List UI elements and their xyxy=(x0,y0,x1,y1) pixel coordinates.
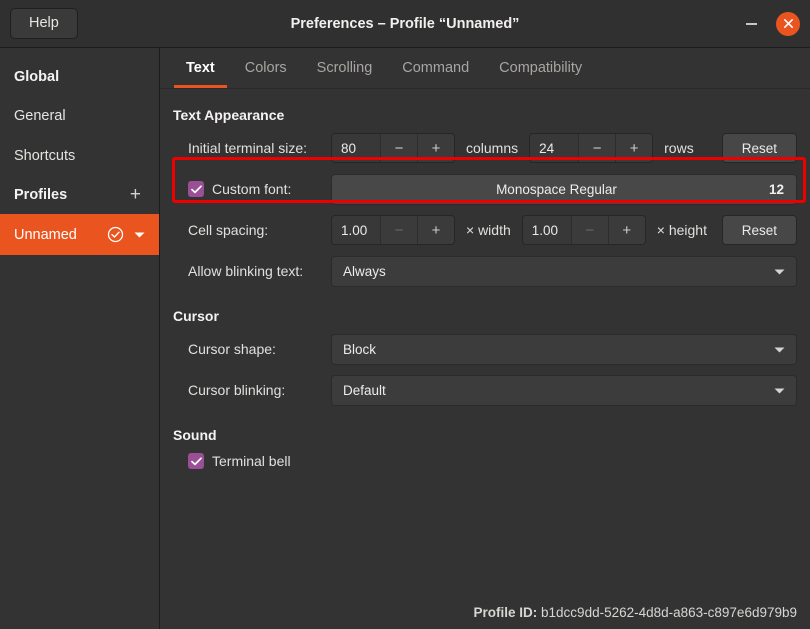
cell-width-value[interactable]: 1.00 xyxy=(332,216,380,244)
cursor-shape-select[interactable]: Block xyxy=(331,334,797,365)
profile-id-value: b1dcc9dd-5262-4d8d-a863-c897e6d979b9 xyxy=(541,605,797,620)
sidebar-item-shortcuts[interactable]: Shortcuts xyxy=(0,136,159,176)
sidebar-item-profile-unnamed[interactable]: Unnamed xyxy=(0,214,159,255)
sidebar-item-shortcuts-label: Shortcuts xyxy=(14,148,75,164)
columns-value[interactable]: 80 xyxy=(332,134,380,162)
text-tab-content: Text Appearance Initial terminal size: 8… xyxy=(160,89,810,629)
allow-blinking-text-row: Allow blinking text: Always xyxy=(173,256,797,286)
check-circle-icon xyxy=(107,226,124,243)
minimize-icon[interactable] xyxy=(740,13,762,35)
font-chooser-button[interactable]: Monospace Regular 12 xyxy=(331,174,797,205)
sidebar-item-general[interactable]: General xyxy=(0,96,159,136)
sidebar-header-global-label: Global xyxy=(14,69,59,85)
columns-unit-label: columns xyxy=(455,140,529,156)
cell-spacing-row: Cell spacing: 1.00 − + × width 1.00 − + … xyxy=(173,215,797,245)
cell-spacing-label: Cell spacing: xyxy=(173,222,331,238)
rows-minus-icon[interactable]: − xyxy=(578,134,615,162)
tab-scrolling[interactable]: Scrolling xyxy=(305,52,385,88)
help-button[interactable]: Help xyxy=(10,8,78,40)
window-controls xyxy=(740,12,800,36)
initial-terminal-size-row: Initial terminal size: 80 − + columns 24… xyxy=(173,133,797,163)
cell-height-minus-icon: − xyxy=(571,216,608,244)
chevron-down-icon xyxy=(774,383,785,398)
rows-value[interactable]: 24 xyxy=(530,134,578,162)
preferences-window: Help Preferences – Profile “Unnamed” Glo… xyxy=(0,0,810,629)
window-title: Preferences – Profile “Unnamed” xyxy=(0,16,810,32)
custom-font-checkbox[interactable] xyxy=(188,181,204,197)
cell-height-stepper[interactable]: 1.00 − + xyxy=(522,215,646,245)
reset-terminal-size-button[interactable]: Reset xyxy=(722,133,797,163)
sidebar-item-profile-label: Unnamed xyxy=(14,227,77,243)
profile-row-icons xyxy=(107,226,145,243)
window-body: Global General Shortcuts Profiles + Unna… xyxy=(0,48,810,629)
sidebar-header-profiles-label: Profiles xyxy=(14,187,67,203)
tab-text[interactable]: Text xyxy=(174,52,227,88)
columns-plus-icon[interactable]: + xyxy=(417,134,454,162)
plus-icon[interactable]: + xyxy=(130,189,145,201)
sidebar: Global General Shortcuts Profiles + Unna… xyxy=(0,48,160,629)
cell-width-unit-label: × width xyxy=(455,222,522,238)
section-heading-sound: Sound xyxy=(173,427,797,443)
terminal-bell-label: Terminal bell xyxy=(212,453,291,469)
cell-height-unit-label: × height xyxy=(646,222,718,238)
profile-id-label: Profile ID: xyxy=(474,605,538,620)
cursor-shape-label: Cursor shape: xyxy=(173,341,331,357)
cursor-blinking-value: Default xyxy=(343,383,386,398)
tab-bar: Text Colors Scrolling Command Compatibil… xyxy=(160,48,810,89)
chevron-down-icon xyxy=(774,264,785,279)
columns-stepper[interactable]: 80 − + xyxy=(331,133,455,163)
font-size-label: 12 xyxy=(769,182,784,197)
tab-command[interactable]: Command xyxy=(390,52,481,88)
main-pane: Text Colors Scrolling Command Compatibil… xyxy=(160,48,810,629)
section-heading-cursor: Cursor xyxy=(173,308,797,324)
cell-width-stepper[interactable]: 1.00 − + xyxy=(331,215,455,245)
cell-width-minus-icon: − xyxy=(380,216,417,244)
font-name-label: Monospace Regular xyxy=(344,182,769,197)
sidebar-item-general-label: General xyxy=(14,108,66,124)
terminal-bell-checkbox-group[interactable]: Terminal bell xyxy=(173,453,797,469)
rows-stepper[interactable]: 24 − + xyxy=(529,133,653,163)
allow-blinking-text-value: Always xyxy=(343,264,386,279)
sidebar-header-profiles: Profiles + xyxy=(0,176,159,214)
rows-plus-icon[interactable]: + xyxy=(615,134,652,162)
rows-unit-label: rows xyxy=(653,140,705,156)
chevron-down-icon[interactable] xyxy=(134,231,145,239)
cell-width-plus-icon[interactable]: + xyxy=(417,216,454,244)
close-icon[interactable] xyxy=(776,12,800,36)
profile-id-footer: Profile ID: b1dcc9dd-5262-4d8d-a863-c897… xyxy=(474,605,798,620)
section-heading-text-appearance: Text Appearance xyxy=(173,107,797,123)
cursor-shape-value: Block xyxy=(343,342,376,357)
cell-height-value[interactable]: 1.00 xyxy=(523,216,571,244)
tab-colors[interactable]: Colors xyxy=(233,52,299,88)
custom-font-row: Custom font: Monospace Regular 12 xyxy=(173,174,797,204)
cursor-blinking-row: Cursor blinking: Default xyxy=(173,375,797,405)
tab-compatibility[interactable]: Compatibility xyxy=(487,52,594,88)
columns-minus-icon[interactable]: − xyxy=(380,134,417,162)
cursor-blinking-label: Cursor blinking: xyxy=(173,382,331,398)
allow-blinking-text-select[interactable]: Always xyxy=(331,256,797,287)
initial-terminal-size-label: Initial terminal size: xyxy=(173,140,331,156)
terminal-bell-checkbox[interactable] xyxy=(188,453,204,469)
custom-font-label: Custom font: xyxy=(212,181,291,197)
sidebar-header-global: Global xyxy=(0,58,159,96)
cursor-blinking-select[interactable]: Default xyxy=(331,375,797,406)
cell-height-plus-icon[interactable]: + xyxy=(608,216,645,244)
custom-font-checkbox-group[interactable]: Custom font: xyxy=(173,181,331,197)
chevron-down-icon xyxy=(774,342,785,357)
title-bar: Help Preferences – Profile “Unnamed” xyxy=(0,0,810,48)
allow-blinking-text-label: Allow blinking text: xyxy=(173,263,331,279)
reset-cell-spacing-button[interactable]: Reset xyxy=(722,215,797,245)
cursor-shape-row: Cursor shape: Block xyxy=(173,334,797,364)
